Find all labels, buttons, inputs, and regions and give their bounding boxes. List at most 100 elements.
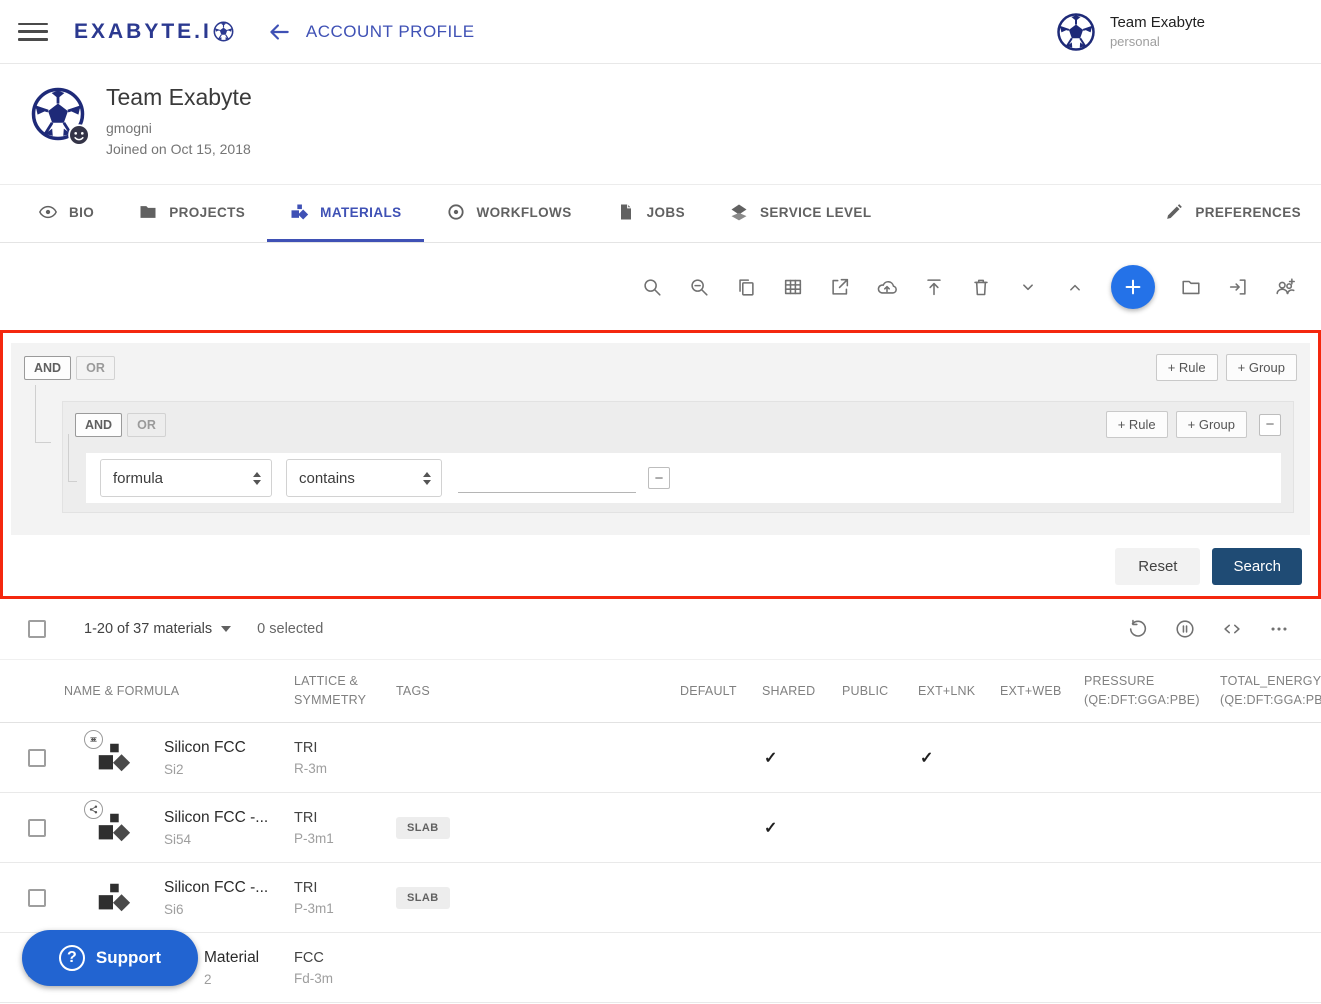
- tab-preferences-label: PREFERENCES: [1195, 205, 1301, 220]
- reset-button[interactable]: Reset: [1115, 548, 1200, 585]
- profile-tabs: BIO PROJECTS MATERIALS WORKFLOWS JOBS SE…: [0, 184, 1321, 243]
- col-ext-web[interactable]: EXT+WEB: [998, 684, 1084, 698]
- tab-workflows[interactable]: WORKFLOWS: [424, 185, 594, 242]
- col-default[interactable]: DEFAULT: [678, 684, 760, 698]
- delete-icon[interactable]: [969, 275, 993, 299]
- tab-bio[interactable]: BIO: [16, 185, 116, 242]
- select-arrows-icon: [422, 471, 432, 486]
- row-checkbox[interactable]: [28, 749, 46, 767]
- table-row[interactable]: Material 2 FCCFd-3m: [0, 933, 1321, 1003]
- selected-count: 0 selected: [257, 621, 323, 637]
- remove-rule-button[interactable]: −: [648, 467, 670, 489]
- col-ext-lnk[interactable]: EXT+LNK: [916, 684, 998, 698]
- face-badge-icon: [68, 124, 90, 146]
- material-formula: Si2: [164, 762, 246, 777]
- account-name: Team Exabyte: [1110, 14, 1205, 31]
- lattice: TRI: [294, 880, 396, 896]
- row-checkbox[interactable]: [28, 819, 46, 837]
- pause-icon[interactable]: [1173, 617, 1197, 641]
- table-row[interactable]: Silicon FCC Si2 TRIR-3m ✓ ✓: [0, 723, 1321, 793]
- tab-jobs-label: JOBS: [647, 205, 685, 220]
- table-row[interactable]: Silicon FCC -... Si6 TRIP-3m1 SLAB: [0, 863, 1321, 933]
- layers-icon: [729, 202, 749, 222]
- outer-and-toggle[interactable]: AND: [24, 356, 71, 380]
- query-group-inner: AND OR + Rule + Group − formula contains: [62, 401, 1294, 513]
- tree-connector: [68, 434, 77, 482]
- profile-name: Team Exabyte: [106, 84, 252, 111]
- inner-add-group-button[interactable]: + Group: [1176, 411, 1247, 438]
- tab-materials[interactable]: MATERIALS: [267, 185, 423, 242]
- chevron-down-icon[interactable]: [1016, 275, 1040, 299]
- tab-preferences[interactable]: PREFERENCES: [1142, 185, 1321, 242]
- material-name: Silicon FCC -...: [164, 879, 268, 897]
- chevron-up-icon[interactable]: [1063, 275, 1087, 299]
- select-all-checkbox[interactable]: [28, 620, 46, 638]
- material-thumbnail: [94, 739, 132, 777]
- back-arrow-icon[interactable]: [266, 19, 292, 45]
- col-tags[interactable]: TAGS: [396, 684, 678, 698]
- material-icon: [94, 879, 132, 917]
- rule-value-input[interactable]: [458, 463, 636, 493]
- add-group-icon[interactable]: [1273, 275, 1297, 299]
- material-name: Silicon FCC -...: [164, 809, 268, 827]
- lattice: FCC: [294, 950, 396, 966]
- share-badge-icon: [84, 800, 103, 819]
- folder-icon: [138, 202, 158, 222]
- eye-icon: [38, 202, 58, 222]
- outer-add-group-button[interactable]: + Group: [1226, 354, 1297, 381]
- question-mark-icon: ?: [59, 945, 85, 971]
- open-in-new-icon[interactable]: [828, 275, 852, 299]
- materials-count-dropdown[interactable]: 1-20 of 37 materials: [84, 621, 231, 637]
- zoom-out-icon[interactable]: [687, 275, 711, 299]
- profile-avatar: [30, 86, 86, 142]
- row-checkbox[interactable]: [28, 889, 46, 907]
- refresh-icon[interactable]: [1126, 617, 1150, 641]
- add-material-button[interactable]: [1111, 265, 1155, 309]
- grid-icon[interactable]: [781, 275, 805, 299]
- remove-group-button[interactable]: −: [1259, 414, 1281, 436]
- tab-jobs[interactable]: JOBS: [594, 185, 707, 242]
- symmetry: P-3m1: [294, 901, 396, 916]
- menu-icon[interactable]: [18, 21, 48, 43]
- upload-icon[interactable]: [922, 275, 946, 299]
- rule-field-value: formula: [113, 470, 163, 487]
- inner-or-toggle[interactable]: OR: [127, 413, 166, 437]
- tab-workflows-label: WORKFLOWS: [477, 205, 572, 220]
- table-row[interactable]: Silicon FCC -... Si54 TRIP-3m1 SLAB ✓: [0, 793, 1321, 863]
- col-shared[interactable]: SHARED: [760, 684, 840, 698]
- rule-field-select[interactable]: formula: [100, 459, 272, 497]
- workflows-icon: [446, 202, 466, 222]
- outer-or-toggle[interactable]: OR: [76, 356, 115, 380]
- account-avatar: [1056, 12, 1096, 52]
- search-button[interactable]: Search: [1212, 548, 1302, 585]
- inner-and-toggle[interactable]: AND: [75, 413, 122, 437]
- col-public[interactable]: PUBLIC: [840, 684, 916, 698]
- tab-projects[interactable]: PROJECTS: [116, 185, 267, 242]
- code-icon[interactable]: [1220, 617, 1244, 641]
- outer-add-rule-button[interactable]: + Rule: [1156, 354, 1218, 381]
- cloud-upload-icon[interactable]: [875, 275, 899, 299]
- plus-icon: [1122, 276, 1144, 298]
- shared-flag: ✓: [760, 748, 840, 768]
- col-name-formula[interactable]: NAME & FORMULA: [64, 684, 294, 698]
- copy-icon[interactable]: [734, 275, 758, 299]
- import-icon[interactable]: [1226, 275, 1250, 299]
- folder-icon[interactable]: [1179, 275, 1203, 299]
- more-icon[interactable]: [1267, 617, 1291, 641]
- select-arrows-icon: [252, 471, 262, 486]
- col-total-energy[interactable]: TOTAL_ENERGY (QE:DFT:GGA:PB: [1212, 672, 1321, 710]
- logo[interactable]: EXABYTE.I: [74, 20, 234, 44]
- lattice: TRI: [294, 810, 396, 826]
- tab-service-level[interactable]: SERVICE LEVEL: [707, 185, 893, 242]
- inner-add-rule-button[interactable]: + Rule: [1106, 411, 1168, 438]
- support-button[interactable]: ? Support: [22, 930, 198, 986]
- logo-ball-icon: [213, 21, 234, 42]
- col-pressure[interactable]: PRESSURE (QE:DFT:GGA:PBE): [1084, 672, 1212, 710]
- account-menu[interactable]: Team Exabyte personal: [1056, 12, 1301, 52]
- search-icon[interactable]: [640, 275, 664, 299]
- col-lattice-symmetry[interactable]: LATTICE & SYMMETRY: [294, 672, 396, 710]
- rule-operator-select[interactable]: contains: [286, 459, 442, 497]
- lattice: TRI: [294, 740, 396, 756]
- support-label: Support: [96, 948, 161, 968]
- link-badge-icon: [84, 730, 103, 749]
